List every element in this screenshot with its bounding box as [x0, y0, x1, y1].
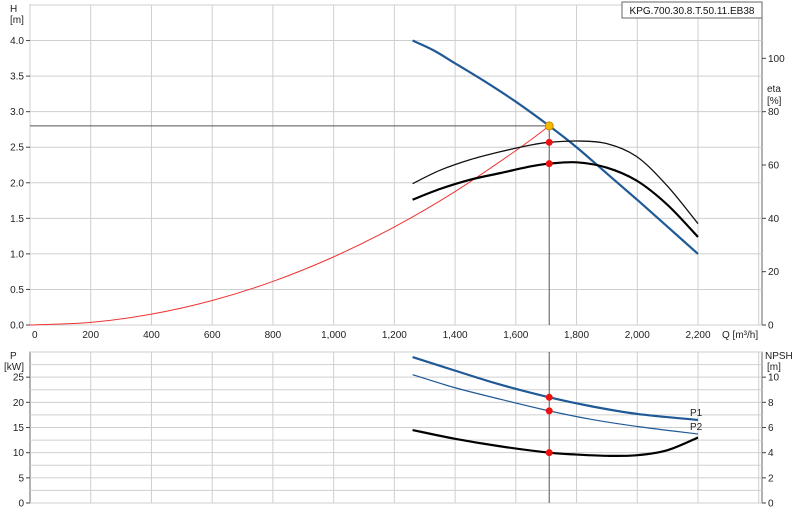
lower-right-tick-label: 4: [768, 448, 774, 459]
upper-left-axis-unit: [m]: [10, 15, 24, 26]
x-tick-label: 0: [32, 330, 38, 341]
upper-left-tick-label: 0.0: [10, 321, 24, 332]
upper-left-tick-label: 3.0: [10, 107, 24, 118]
upper-left-tick-label: 1.5: [10, 214, 24, 225]
x-tick-label: 1,200: [382, 330, 407, 341]
duty-point-marker: [544, 121, 554, 131]
upper-right-tick-label: 100: [768, 54, 785, 65]
upper-left-tick-label: 4.0: [10, 36, 24, 47]
lower-right-axis-label: NPSH: [765, 351, 793, 362]
x-tick-label: 2,200: [685, 330, 710, 341]
lower-left-tick-label: 5: [18, 473, 24, 484]
x-tick-label: 1,000: [321, 330, 346, 341]
x-axis-label: Q [m³/h]: [722, 330, 758, 341]
upper-left-tick-label: 2.0: [10, 178, 24, 189]
x-tick-label: 1,400: [443, 330, 468, 341]
x-tick-label: 200: [82, 330, 99, 341]
operating-point-marker: [545, 407, 553, 415]
upper-right-tick-label: 80: [768, 107, 780, 118]
upper-left-tick-label: 2.5: [10, 143, 24, 154]
upper-right-tick-label: 60: [768, 161, 780, 172]
upper-right-tick-label: 20: [768, 267, 780, 278]
upper-left-tick-label: 1.0: [10, 249, 24, 260]
upper-right-tick-label: 0: [768, 321, 774, 332]
upper-left-tick-label: 3.5: [10, 72, 24, 83]
model-title: KPG.700.30.8.T.50.11.EB38: [630, 6, 755, 17]
pump-curve-chart: 0.0 0.5 1.0 1.5 2.0 2.5 3.0 3.5 4.0 H [m] 0 20 40 60 80…: [0, 0, 800, 520]
x-tick-label: 800: [265, 330, 282, 341]
curve-label-p2: P2: [690, 422, 703, 433]
operating-point-marker: [545, 160, 553, 168]
operating-point-marker: [545, 138, 553, 146]
lower-left-tick-label: 20: [13, 398, 25, 409]
x-tick-label: 400: [143, 330, 160, 341]
lower-right-tick-label: 0: [768, 499, 774, 510]
lower-right-tick-label: 10: [768, 373, 780, 384]
lower-left-axis-label: P: [10, 351, 17, 362]
lower-left-tick-label: 0: [18, 499, 24, 510]
upper-right-tick-label: 40: [768, 214, 780, 225]
upper-right-axis-label: eta: [767, 84, 781, 95]
lower-left-tick-label: 15: [13, 423, 25, 434]
lower-right-axis-unit: [m]: [767, 362, 781, 373]
upper-plot-frame: [29, 4, 763, 326]
x-tick-label: 2,000: [625, 330, 650, 341]
lower-right-tick-label: 6: [768, 423, 774, 434]
lower-left-axis-unit: [kW]: [4, 362, 24, 373]
lower-right-tick-label: 2: [768, 473, 774, 484]
upper-left-tick-label: 0.5: [10, 285, 24, 296]
pump-curve-svg: 0.00.51.01.52.02.53.03.54.0H[m]020406080…: [4, 1, 793, 510]
operating-point-marker: [545, 449, 553, 457]
x-tick-label: 600: [204, 330, 221, 341]
operating-point-marker: [545, 393, 553, 401]
curve-label-p1: P1: [690, 408, 703, 419]
lower-left-tick-label: 25: [13, 373, 25, 384]
lower-right-tick-label: 8: [768, 398, 774, 409]
lower-left-tick-label: 10: [13, 448, 25, 459]
x-tick-label: 1,600: [503, 330, 528, 341]
upper-right-axis-unit: [%]: [767, 96, 782, 107]
upper-left-axis-label: H: [10, 4, 17, 15]
x-tick-label: 1,800: [564, 330, 589, 341]
